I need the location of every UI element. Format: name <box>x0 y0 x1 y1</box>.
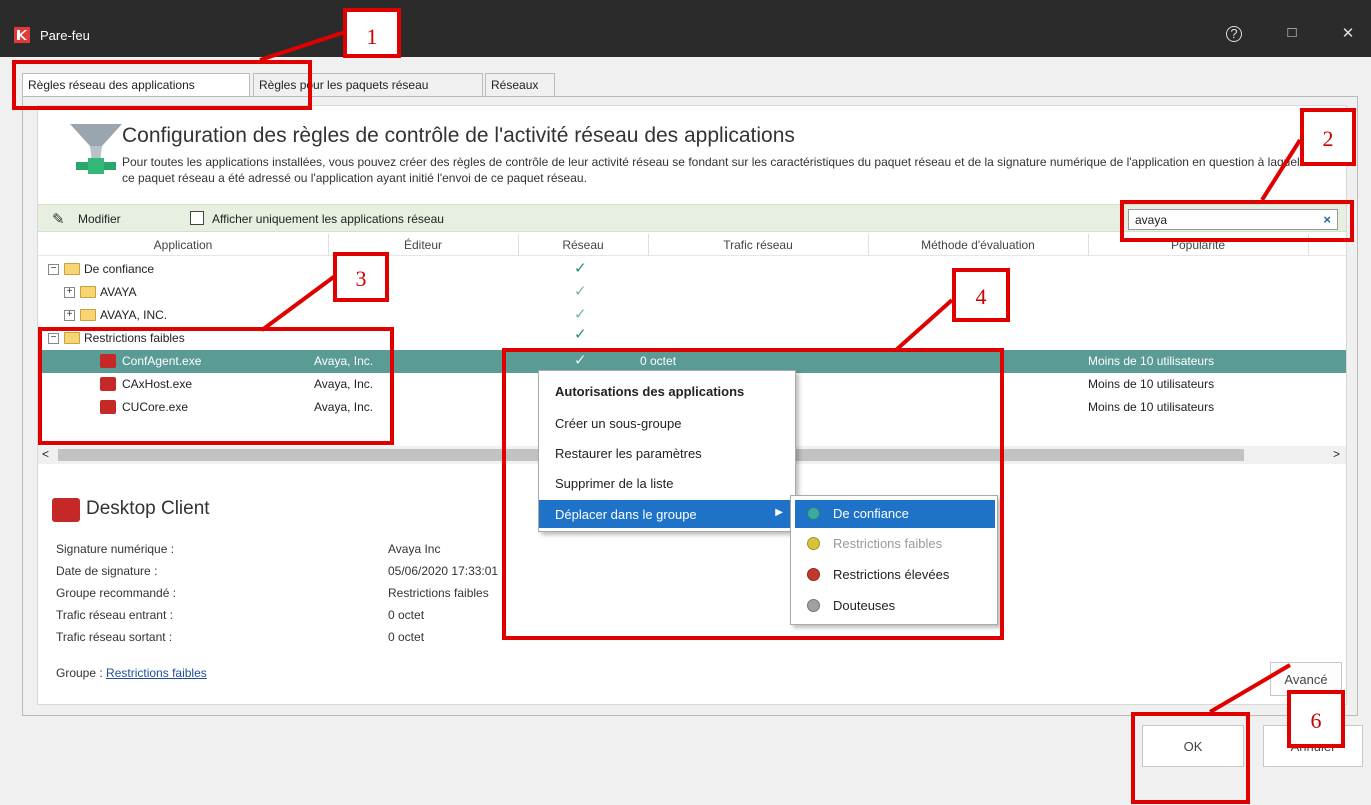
annotation-box-tab <box>12 60 312 110</box>
annotation-number: 2 <box>1300 108 1356 166</box>
annotation-number: 3 <box>333 252 389 302</box>
annotation-box-apps <box>38 327 394 445</box>
annotation-number: 1 <box>343 8 401 58</box>
annotation-box-menu <box>502 348 1004 640</box>
annotation-box-ok <box>1131 712 1250 804</box>
annotation-number: 6 <box>1287 690 1345 748</box>
annotation-box-search <box>1120 200 1354 242</box>
annotation-number: 4 <box>952 268 1010 322</box>
